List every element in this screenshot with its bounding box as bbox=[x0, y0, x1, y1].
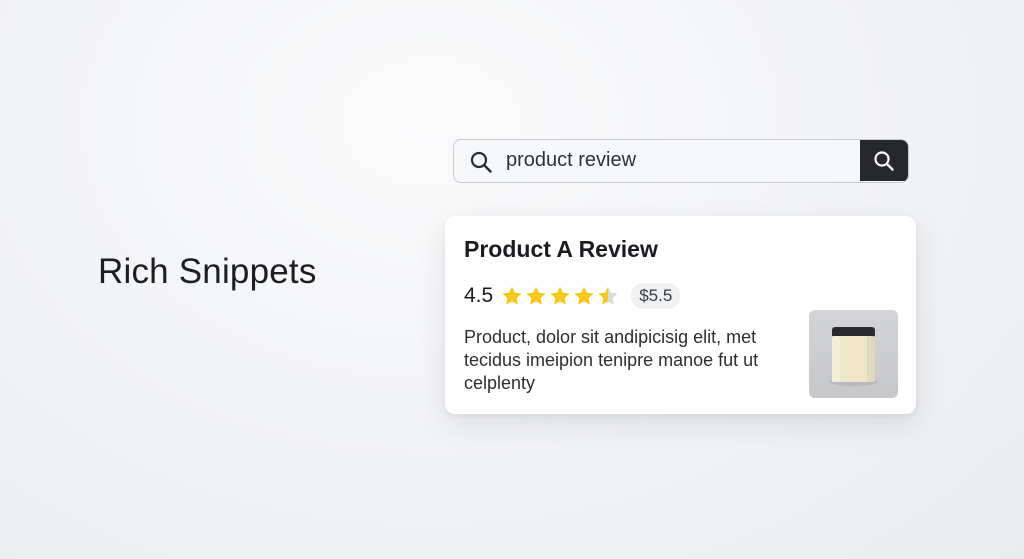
search-input[interactable] bbox=[506, 140, 856, 181]
star-icon bbox=[502, 286, 522, 305]
product-thumbnail[interactable] bbox=[809, 310, 898, 398]
star-icon bbox=[598, 286, 618, 305]
result-description: Product, dolor sit andipicisig elit, met… bbox=[464, 327, 759, 393]
star-icon bbox=[550, 286, 570, 305]
star-icon bbox=[526, 286, 546, 305]
search-button[interactable] bbox=[860, 140, 908, 181]
star-rating bbox=[501, 285, 621, 307]
product-jar-icon bbox=[829, 327, 878, 386]
search-bar bbox=[453, 139, 909, 183]
rich-snippet-card: Product A Review 4.5 $5.5 Product, dolor… bbox=[445, 216, 916, 414]
rating-row: 4.5 $5.5 bbox=[464, 282, 681, 310]
search-icon bbox=[874, 151, 894, 171]
result-title[interactable]: Product A Review bbox=[464, 236, 658, 263]
search-icon bbox=[469, 150, 493, 174]
star-icon bbox=[574, 286, 594, 305]
page-heading: Rich Snippets bbox=[98, 252, 317, 291]
rating-value: 4.5 bbox=[464, 284, 494, 307]
price-badge: $5.5 bbox=[631, 283, 681, 309]
